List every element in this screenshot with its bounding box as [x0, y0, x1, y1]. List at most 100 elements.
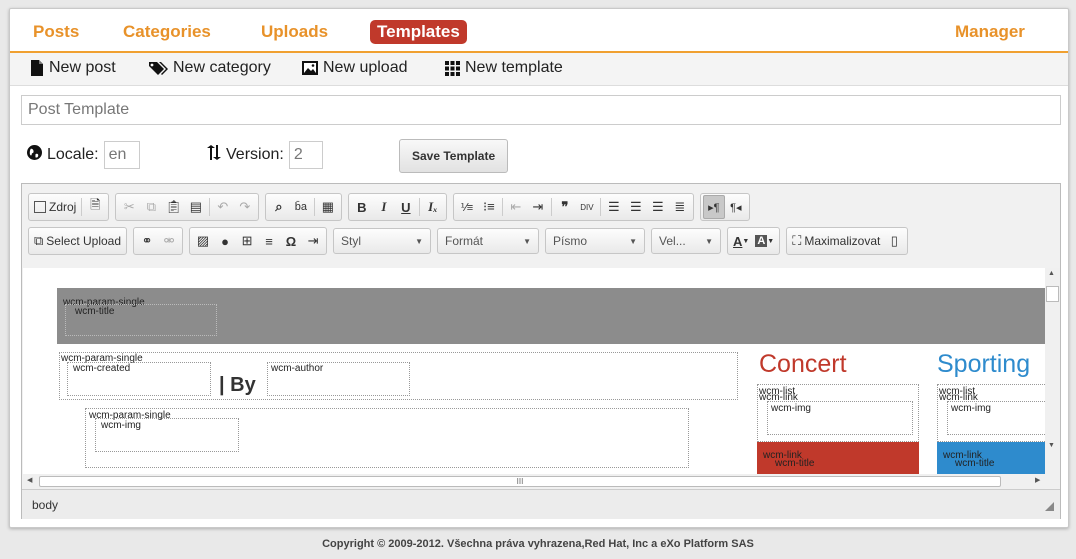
vertical-scrollbar[interactable]: ▲ ▼	[1045, 268, 1060, 488]
image-button[interactable]: ▨	[192, 229, 214, 253]
scroll-right-icon[interactable]: ▶	[1035, 476, 1040, 484]
undo-button[interactable]: ↶	[212, 195, 234, 219]
horizontal-scroll-thumb[interactable]: III	[39, 476, 1001, 487]
indent-icon: ⇥	[532, 199, 544, 214]
source-icon	[34, 201, 46, 213]
font-select[interactable]: Písmo ▼	[545, 228, 646, 254]
format-select[interactable]: Formát ▼	[437, 228, 540, 254]
flash-icon: ●	[221, 233, 229, 249]
new-post-button[interactable]: New post	[30, 59, 116, 77]
globe-icon	[27, 145, 42, 165]
wcm-img-label: wcm-img	[951, 403, 991, 414]
paste-text-icon: ▤	[189, 199, 202, 214]
bold-button[interactable]: B	[351, 195, 373, 219]
justify-button[interactable]: ≣	[669, 195, 691, 219]
copy-button[interactable]: ⧉	[140, 195, 162, 219]
locale-input[interactable]	[103, 141, 140, 169]
paste-button[interactable]: 📋︎	[162, 195, 185, 219]
wcm-img-label: wcm-img	[771, 403, 811, 414]
numbered-list-button[interactable]: ⅟≡	[456, 195, 478, 219]
indent-button[interactable]: ⇥	[527, 195, 549, 219]
underline-icon: U	[401, 199, 411, 215]
page-break-button[interactable]: ⇥	[302, 229, 324, 253]
wcm-img-label: wcm-img	[101, 420, 141, 431]
tab-uploads[interactable]: Uploads	[261, 22, 328, 42]
new-template-button[interactable]: New template	[445, 59, 563, 77]
element-path[interactable]: body	[32, 498, 58, 512]
omega-icon: Ω	[285, 233, 297, 249]
tab-categories[interactable]: Categories	[123, 22, 211, 42]
chevron-down-icon: ▼	[767, 237, 775, 245]
scroll-down-icon[interactable]: ▼	[1048, 442, 1055, 449]
resize-handle-icon[interactable]	[1045, 502, 1054, 511]
flash-button[interactable]: ●	[214, 229, 236, 253]
wcm-title-label: wcm-title	[775, 458, 815, 469]
wcm-title-label: wcm-title	[75, 306, 115, 317]
copy-icon: ⧉	[146, 199, 156, 214]
size-select[interactable]: Vel... ▼	[651, 228, 722, 254]
bg-color-button[interactable]: A ▼	[752, 229, 777, 253]
scroll-left-icon[interactable]: ◀	[27, 476, 32, 484]
tools-group: ⛶ Maximalizovat ▯	[786, 227, 909, 255]
bulleted-list-button[interactable]: ⁝≡	[478, 195, 500, 219]
special-char-button[interactable]: Ω	[280, 229, 302, 253]
select-upload-button[interactable]: ⧉ Select Upload	[31, 229, 124, 253]
tab-templates[interactable]: Templates	[370, 20, 467, 44]
text-color-icon: A	[733, 233, 743, 249]
version-input[interactable]	[288, 141, 323, 169]
outdent-icon: ⇤	[510, 199, 522, 214]
horizontal-scrollbar[interactable]: ◀ III ▶	[23, 474, 1045, 489]
find-button[interactable]: ⌕	[268, 195, 290, 219]
redo-button[interactable]: ↷	[234, 195, 256, 219]
justify-icon: ≣	[674, 199, 686, 214]
show-blocks-button[interactable]: ▯	[883, 229, 905, 253]
paste-text-button[interactable]: ▤	[185, 195, 207, 219]
text-color-button[interactable]: A ▼	[730, 229, 752, 253]
tab-posts[interactable]: Posts	[33, 22, 79, 42]
select-all-button[interactable]: ▦	[317, 195, 339, 219]
chevron-down-icon: ▼	[742, 237, 750, 245]
post-template-title-input[interactable]	[21, 95, 1061, 125]
italic-button[interactable]: I	[373, 195, 395, 219]
grid-icon	[445, 60, 460, 76]
style-select[interactable]: Styl ▼	[333, 228, 432, 254]
table-button[interactable]: ⊞	[236, 229, 258, 253]
remove-format-button[interactable]: Iₓ	[422, 195, 444, 219]
outdent-button[interactable]: ⇤	[505, 195, 527, 219]
replace-button[interactable]: b̄a	[290, 195, 312, 219]
link-button[interactable]: ⚭	[136, 229, 158, 253]
chevron-down-icon: ▼	[705, 236, 714, 246]
rtl-button[interactable]: ¶◂	[725, 195, 747, 219]
horizontal-line-button[interactable]: ≡	[258, 229, 280, 253]
unlink-button[interactable]: ⚮	[158, 229, 180, 253]
new-category-button[interactable]: New category	[148, 59, 271, 77]
manager-link[interactable]: Manager	[955, 22, 1025, 42]
ltr-button[interactable]: ▸¶	[702, 195, 725, 219]
save-template-button[interactable]: Save Template	[399, 139, 509, 173]
insert-group: ▨ ● ⊞ ≡ Ω ⇥	[189, 227, 328, 255]
underline-button[interactable]: U	[395, 195, 417, 219]
align-center-button[interactable]: ☰	[625, 195, 647, 219]
source-button[interactable]: Zdroj	[31, 195, 79, 219]
vertical-scroll-thumb[interactable]	[1046, 286, 1059, 302]
new-upload-button[interactable]: New upload	[302, 59, 408, 77]
align-right-button[interactable]: ☰	[647, 195, 669, 219]
locale-label: Locale:	[47, 146, 99, 163]
format-select-label: Formát	[445, 234, 484, 248]
document-icon: 🗎	[90, 197, 101, 212]
scroll-up-icon[interactable]: ▲	[1048, 270, 1055, 277]
maximize-icon: ⛶	[792, 233, 802, 248]
templates-button[interactable]: 🗎	[84, 195, 106, 219]
table-icon: ⊞	[241, 233, 253, 248]
maximize-button[interactable]: ⛶ Maximalizovat	[789, 229, 883, 253]
align-left-button[interactable]: ☰	[603, 195, 625, 219]
sporting-heading: Sporting	[937, 350, 1031, 378]
cut-button[interactable]: ✂	[118, 195, 140, 219]
toolbar-row-1: Zdroj 🗎 ✂ ⧉ 📋︎ ▤ ↶ ↷ ⌕ b̄a ▦ B I U Iₓ ⅟≡…	[28, 193, 756, 221]
ltr-icon: ▸¶	[708, 201, 720, 214]
div-button[interactable]: DIV	[576, 195, 598, 219]
div-icon: DIV	[580, 202, 594, 212]
editor-content[interactable]: wcm-param-single wcm-title wcm-param-sin…	[23, 268, 1045, 488]
source-group: Zdroj 🗎	[28, 193, 110, 221]
blockquote-button[interactable]: ❞	[554, 195, 576, 219]
